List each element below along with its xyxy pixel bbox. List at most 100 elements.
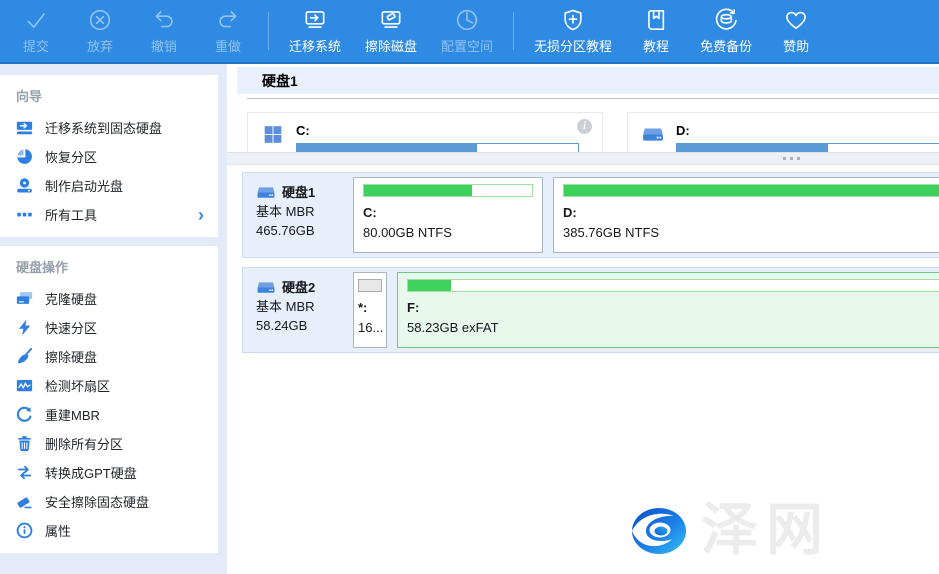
partition-letter: C: [363,205,533,220]
partition-tutorial-button[interactable]: 无损分区教程 [522,0,624,62]
commit-button[interactable]: 提交 [4,0,68,62]
partition-d[interactable]: D:385.76GB NTFS [553,177,939,253]
info-icon[interactable]: i [577,119,592,134]
trash-icon [16,435,33,452]
redo-button[interactable]: 重做 [196,0,260,62]
free-backup-button[interactable]: 免费备份 [688,0,764,62]
wipe-disk-icon [378,7,404,33]
sidebar-item-quick-partition[interactable]: 快速分区 [0,313,218,342]
disk-info[interactable]: 硬盘1基本 MBR465.76GB [243,173,344,257]
commit-icon [23,7,49,33]
disk-name: 硬盘1 [282,183,315,202]
drive-card-text: C: [296,123,579,152]
usage-bar-fill [297,144,477,152]
drive-card-body: C: [248,113,602,152]
book-icon [643,7,669,33]
sidebar-item-label: 转换成GPT硬盘 [45,463,137,482]
partition-usage-fill [564,185,939,196]
toolbar-button-label: 重做 [215,36,241,55]
partition-star[interactable]: *:16... [353,272,387,348]
toolbar-button-label: 撤销 [151,36,177,55]
disk-size: 465.76GB [256,221,344,240]
disk-title: 硬盘1 [256,183,344,202]
sidebar-item-label: 属性 [45,521,71,540]
tab-disk1[interactable]: 硬盘1 [237,67,939,94]
toolbar-separator [513,12,514,50]
disk-title: 硬盘2 [256,278,344,297]
sidebar-item-convert-to-gpt[interactable]: 转换成GPT硬盘 [0,458,218,487]
toolbar-button-label: 提交 [23,36,49,55]
toolbar-button-label: 无损分区教程 [534,36,612,55]
partition-c[interactable]: C: 80.00GB NTFS [353,177,543,253]
disk-type: 基本 MBR [256,202,344,221]
sidebar-item-label: 制作启动光盘 [45,176,123,195]
sidebar-item-secure-erase-ssd[interactable]: 安全擦除固态硬盘 [0,487,218,516]
partition-usage-bar [358,279,382,292]
sidebar-item-make-bootable-media[interactable]: 制作启动光盘 [0,171,218,200]
drive-icon [256,280,276,295]
sidebar-item-all-tools[interactable]: 所有工具› [0,200,218,229]
disk-row-1: 硬盘1基本 MBR465.76GB C: 80.00GB NTFS D:385.76G… [242,172,939,258]
sidebar-item-wipe-hard-disk[interactable]: 擦除硬盘 [0,342,218,371]
partitions: C: 80.00GB NTFS D:385.76GB NTFS [344,173,939,257]
wipe-disk-button[interactable]: 擦除磁盘 [353,0,429,62]
disk-name: 硬盘2 [282,278,315,297]
partition-size: 58.23GB exFAT [407,320,939,335]
usage-bar-fill [677,144,828,152]
eraser-icon [16,493,33,510]
main-panel: 硬盘1 C:iD: 硬盘1基本 MBR465.76GBC:80.00GB NTF… [227,64,939,574]
drive-card-body: D: [628,113,939,152]
drive-letter: D: [676,123,939,138]
discard-button[interactable]: 放弃 [68,0,132,62]
allocate-space-button[interactable]: 配置空间 [429,0,505,62]
usage-bar [676,143,939,152]
sidebar-item-check-bad-sectors[interactable]: 检测坏扇区 [0,371,218,400]
redo-icon [215,7,241,33]
sidebar-section-title: 硬盘操作 [0,248,218,284]
drive-letter: C: [296,123,579,138]
sidebar-item-label: 克隆硬盘 [45,289,97,308]
partition-usage-fill [359,280,381,291]
undo-icon [151,7,177,33]
shield-plus-icon [560,7,586,33]
partition-usage-fill [364,185,472,196]
sidebar-item-delete-all-partitions[interactable]: 删除所有分区 [0,429,218,458]
convert-icon [16,464,33,481]
watermark-text: 泽网 [701,502,831,559]
sidebar-item-label: 所有工具 [45,205,97,224]
partition-size: 385.76GB NTFS [563,225,939,240]
watermark: 泽网 [627,502,831,559]
toolbar-button-label: 免费备份 [700,36,752,55]
partition-letter: F: [407,300,939,315]
drive-card-text: D: [676,123,939,152]
overview-panel: C:i D: [227,100,939,152]
partition-usage-bar [563,184,939,197]
disk-info[interactable]: 硬盘2基本 MBR58.24GB [243,268,344,352]
ssd-migrate-icon [16,119,33,136]
sidebar-item-recover-partition[interactable]: 恢复分区 [0,142,218,171]
tutorial-button[interactable]: 教程 [624,0,688,62]
drive-icon [642,125,664,144]
drive-card-c[interactable]: C:i [247,112,603,152]
sidebar-item-rebuild-mbr[interactable]: 重建MBR [0,400,218,429]
migrate-system-icon [302,7,328,33]
allocate-space-icon [454,7,480,33]
toolbar: 提交放弃撤销 重做 迁移系统擦除磁盘配置空间无损分区教程教程免费备份赞助 [0,0,939,64]
tab-label: 硬盘1 [262,71,298,91]
partition-f[interactable]: F: 58.23GB exFAT [397,272,939,348]
drive-icon [256,185,276,200]
disk-row-2: 硬盘2基本 MBR58.24GB *:16... F: 58.23GB exFAT [242,267,939,353]
migrate-system-button[interactable]: 迁移系统 [277,0,353,62]
partition-usage-bar [363,184,533,197]
sidebar-section-title: 向导 [0,77,218,113]
sidebar-item-properties[interactable]: 属性 [0,516,218,545]
sidebar-item-clone-disk[interactable]: 克隆硬盘 [0,284,218,313]
sponsor-button[interactable]: 赞助 [764,0,828,62]
sidebar-section-2: 硬盘操作克隆硬盘快速分区擦除硬盘检测坏扇区重建MBR删除所有分区转换成GPT硬盘… [0,246,218,553]
sidebar-item-migrate-os-to-ssd[interactable]: 迁移系统到固态硬盘 [0,113,218,142]
partition-size: 80.00GB NTFS [363,225,533,240]
splitter-dots-icon [783,157,800,160]
splitter-handle[interactable] [227,152,939,165]
undo-button[interactable]: 撤销 [132,0,196,62]
drive-card-d[interactable]: D: [627,112,939,152]
